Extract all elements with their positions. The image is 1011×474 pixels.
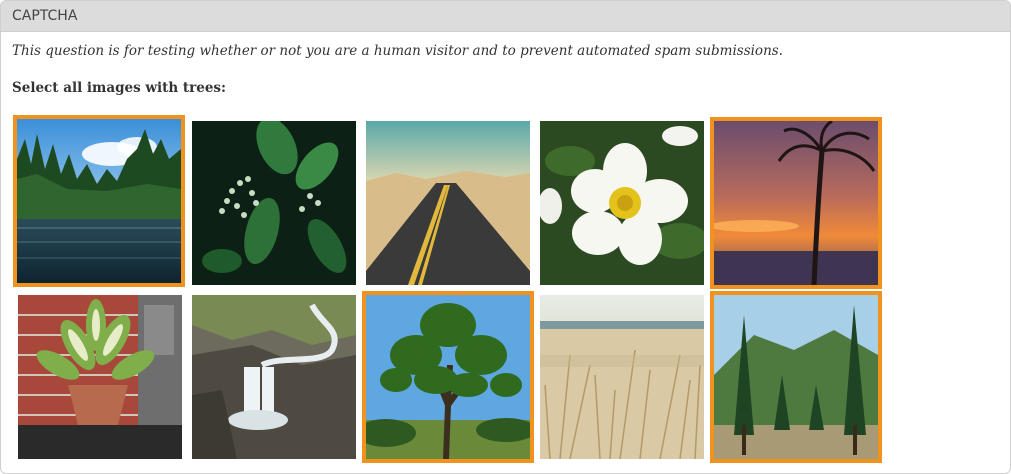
- green-leaves-image: [192, 121, 356, 285]
- captcha-prompt: Select all images with trees:: [12, 80, 227, 96]
- white-flower-image: [540, 121, 704, 285]
- lake-forest-image: [17, 119, 181, 283]
- dry-grass-image: [540, 295, 704, 459]
- captcha-panel: CAPTCHA This question is for testing whe…: [0, 0, 1011, 474]
- pine-trees-mountain-image: [714, 295, 878, 459]
- captcha-description: This question is for testing whether or …: [12, 43, 783, 59]
- captcha-tile-8[interactable]: [362, 291, 534, 463]
- captcha-tile-2[interactable]: [192, 121, 356, 285]
- large-tree-image: [366, 295, 530, 459]
- captcha-tile-3[interactable]: [366, 121, 530, 285]
- captcha-tile-9[interactable]: [540, 295, 704, 459]
- waterfall-image: [192, 295, 356, 459]
- desert-road-image: [366, 121, 530, 285]
- potted-plant-image: [18, 295, 182, 459]
- panel-header: CAPTCHA: [1, 1, 1010, 32]
- captcha-tile-4[interactable]: [540, 121, 704, 285]
- panel-title: CAPTCHA: [12, 8, 78, 24]
- captcha-tile-5[interactable]: [710, 117, 882, 289]
- captcha-tile-1[interactable]: [13, 115, 185, 287]
- captcha-tile-6[interactable]: [18, 295, 182, 459]
- palm-tree-sunset-image: [714, 121, 878, 285]
- captcha-tile-10[interactable]: [710, 291, 882, 463]
- captcha-tile-7[interactable]: [192, 295, 356, 459]
